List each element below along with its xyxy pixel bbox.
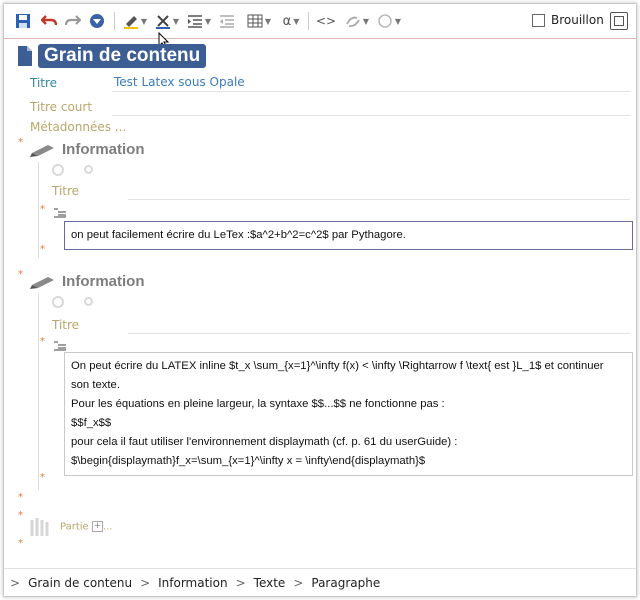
undo-icon[interactable] [40, 11, 58, 31]
document-content: Grain de contenu Titre Test Latex sous O… [4, 38, 636, 568]
paragraph-line: $\begin{displaymath}f_x=\sum_{x=1}^\inft… [71, 455, 426, 467]
brouillon-toggle[interactable]: Brouillon [532, 13, 604, 27]
breadcrumb: > Grain de contenu > Information > Texte… [4, 568, 636, 596]
paragraph-editor[interactable]: on peut facilement écrire du LeTex :$a^2… [64, 221, 633, 250]
section-titre-label: Titre [52, 318, 80, 332]
toolbar: ▼ ▼ ▼ ▼ α ▼ <> ▼ ▼ Brouillon [4, 4, 636, 50]
insert-star[interactable]: * [18, 510, 23, 521]
paragraph-line: pour cela il faut utiliser l'environneme… [71, 436, 458, 448]
paragraph-line: son texte. [71, 379, 120, 391]
editor-window: ▼ ▼ ▼ ▼ α ▼ <> ▼ ▼ Brouillon Grain de co… [3, 3, 637, 597]
paragraph-line: On peut écrire du LATEX inline $t_x \sum… [71, 360, 604, 372]
clear-format-icon[interactable]: ▼ [154, 11, 180, 31]
maximize-button[interactable] [610, 12, 628, 30]
section-heading-label: Information [62, 273, 145, 290]
section-heading-label: Information [62, 141, 145, 158]
partie-label: Partie [60, 521, 89, 533]
partie-add[interactable]: Partie +... [60, 521, 112, 533]
insert-star[interactable]: * [18, 269, 23, 280]
section-bar [38, 162, 39, 258]
paragraph-line: $$f_x$$ [71, 417, 112, 429]
gear-icon[interactable] [52, 296, 64, 308]
pencil-icon [30, 276, 54, 289]
insert-star[interactable]: * [40, 336, 45, 347]
chevron-right-icon: > [10, 575, 21, 590]
code-label: <> [315, 14, 337, 28]
outdent-icon[interactable] [218, 11, 236, 31]
plus-icon[interactable]: + [91, 521, 103, 532]
gear-icon[interactable] [52, 164, 64, 176]
metadonnees-link[interactable]: Métadonnées ... [30, 120, 126, 134]
text-block-icon [54, 341, 66, 351]
section-heading[interactable]: Information [30, 273, 145, 290]
shield-icon[interactable] [88, 11, 106, 31]
paragraph-editor[interactable]: On peut écrire du LATEX inline $t_x \sum… [64, 352, 633, 476]
insert-star[interactable]: * [40, 204, 45, 215]
save-icon[interactable] [14, 11, 32, 31]
titre-label: Titre [30, 76, 58, 90]
chevron-right-icon: > [293, 575, 304, 590]
breadcrumb-item[interactable]: Information [158, 576, 227, 590]
info-icon[interactable] [84, 297, 93, 306]
table-icon[interactable]: ▼ [246, 11, 272, 31]
indent-icon[interactable]: ▼ [186, 11, 212, 31]
unlink-icon[interactable]: ▼ [376, 11, 402, 31]
highlight-icon[interactable]: ▼ [122, 11, 148, 31]
pencil-icon [30, 144, 54, 157]
info-icon[interactable] [84, 165, 93, 174]
page-title: Grain de contenu [16, 44, 207, 68]
partie-more: ... [102, 521, 113, 533]
link-icon[interactable]: ▼ [344, 11, 370, 31]
document-icon [16, 45, 34, 67]
section-heading[interactable]: Information [30, 141, 145, 158]
alpha-icon[interactable]: α ▼ [280, 11, 302, 31]
breadcrumb-item[interactable]: Paragraphe [311, 576, 380, 590]
partie-icon [30, 516, 52, 538]
insert-star[interactable]: * [40, 472, 45, 483]
chevron-right-icon: > [235, 575, 246, 590]
text-block-icon [54, 208, 66, 218]
breadcrumb-item[interactable]: Texte [254, 576, 286, 590]
titre-value[interactable]: Test Latex sous Opale [114, 75, 245, 89]
insert-star[interactable]: * [18, 137, 23, 148]
breadcrumb-item[interactable]: Grain de contenu [28, 576, 132, 590]
insert-star[interactable]: * [18, 538, 23, 549]
insert-star[interactable]: * [18, 492, 23, 503]
brouillon-label: Brouillon [551, 13, 604, 27]
paragraph-line: Pour les équations en pleine largeur, la… [71, 398, 445, 410]
paragraph-line: on peut facilement écrire du LeTex :$a^2… [71, 229, 406, 241]
brouillon-checkbox[interactable] [532, 13, 545, 27]
titre-court-label: Titre court [30, 100, 93, 114]
alpha-label: α [282, 13, 292, 29]
section-titre-label: Titre [52, 184, 80, 198]
code-icon[interactable]: <> [316, 11, 336, 31]
page-title-text[interactable]: Grain de contenu [38, 44, 207, 68]
chevron-right-icon: > [140, 575, 151, 590]
redo-icon[interactable] [64, 11, 82, 31]
section-bar [38, 294, 39, 490]
insert-star[interactable]: * [40, 244, 45, 255]
